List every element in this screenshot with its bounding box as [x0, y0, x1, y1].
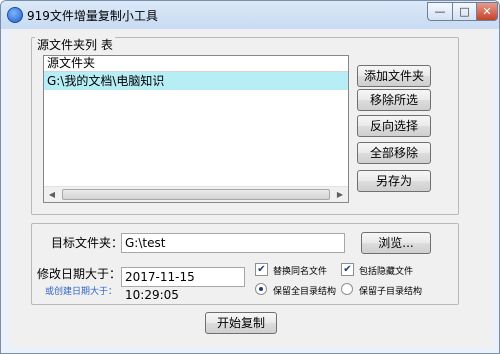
- keep-full-structure-radio[interactable]: [255, 283, 267, 295]
- source-folder-list[interactable]: 源文件夹 G:\我的文档\电脑知识 ◀ ▶: [43, 55, 349, 203]
- keep-sub-structure-label: 保留子目录结构: [359, 287, 423, 297]
- horizontal-scrollbar[interactable]: ◀ ▶: [44, 186, 348, 202]
- save-as-button[interactable]: 另存为: [357, 170, 431, 192]
- list-column-header[interactable]: 源文件夹: [44, 56, 348, 72]
- invert-selection-button[interactable]: 反向选择: [357, 115, 431, 137]
- maximize-button[interactable]: □: [452, 2, 477, 21]
- list-item[interactable]: G:\我的文档\电脑知识: [44, 72, 348, 90]
- client-area: 源文件夹列 表 源文件夹 G:\我的文档\电脑知识 ◀ ▶ 添加文件夹 移除所选…: [9, 29, 493, 347]
- source-folder-group-legend: 源文件夹列 表: [35, 36, 115, 53]
- scroll-left-icon[interactable]: ◀: [44, 187, 60, 202]
- start-copy-button[interactable]: 开始复制: [205, 312, 277, 334]
- include-hidden-checkbox[interactable]: ✔: [341, 263, 354, 276]
- keep-sub-structure-radio[interactable]: [341, 283, 353, 295]
- include-hidden-label: 包括隐藏文件: [359, 267, 414, 277]
- target-folder-label: 目标文件夹：: [51, 236, 124, 250]
- created-date-label[interactable]: 或创建日期大于：: [45, 284, 117, 297]
- app-icon: [7, 7, 23, 23]
- remove-selected-button[interactable]: 移除所选: [357, 89, 431, 111]
- scroll-thumb[interactable]: [62, 189, 330, 200]
- date-input[interactable]: 2017-11-15 10:29:05: [121, 267, 245, 302]
- replace-same-name-checkbox[interactable]: ✔: [255, 263, 268, 276]
- close-button[interactable]: ✕: [476, 2, 498, 21]
- remove-all-button[interactable]: 全部移除: [357, 142, 431, 164]
- modified-date-label: 修改日期大于：: [37, 267, 122, 281]
- app-window: 919文件增量复制小工具 — □ ✕ 源文件夹列 表 源文件夹 G:\我的文档\…: [0, 0, 500, 354]
- minimize-button[interactable]: —: [427, 2, 453, 21]
- window-title: 919文件增量复制小工具: [27, 9, 158, 23]
- title-bar[interactable]: 919文件增量复制小工具 — □ ✕: [1, 1, 499, 29]
- keep-full-structure-label: 保留全目录结构: [273, 287, 337, 297]
- browse-button[interactable]: 浏览...: [361, 232, 431, 254]
- replace-same-name-label: 替换同名文件: [273, 267, 328, 277]
- add-folder-button[interactable]: 添加文件夹: [357, 65, 431, 87]
- target-folder-input[interactable]: G:\test: [121, 233, 345, 253]
- scroll-right-icon[interactable]: ▶: [332, 187, 348, 202]
